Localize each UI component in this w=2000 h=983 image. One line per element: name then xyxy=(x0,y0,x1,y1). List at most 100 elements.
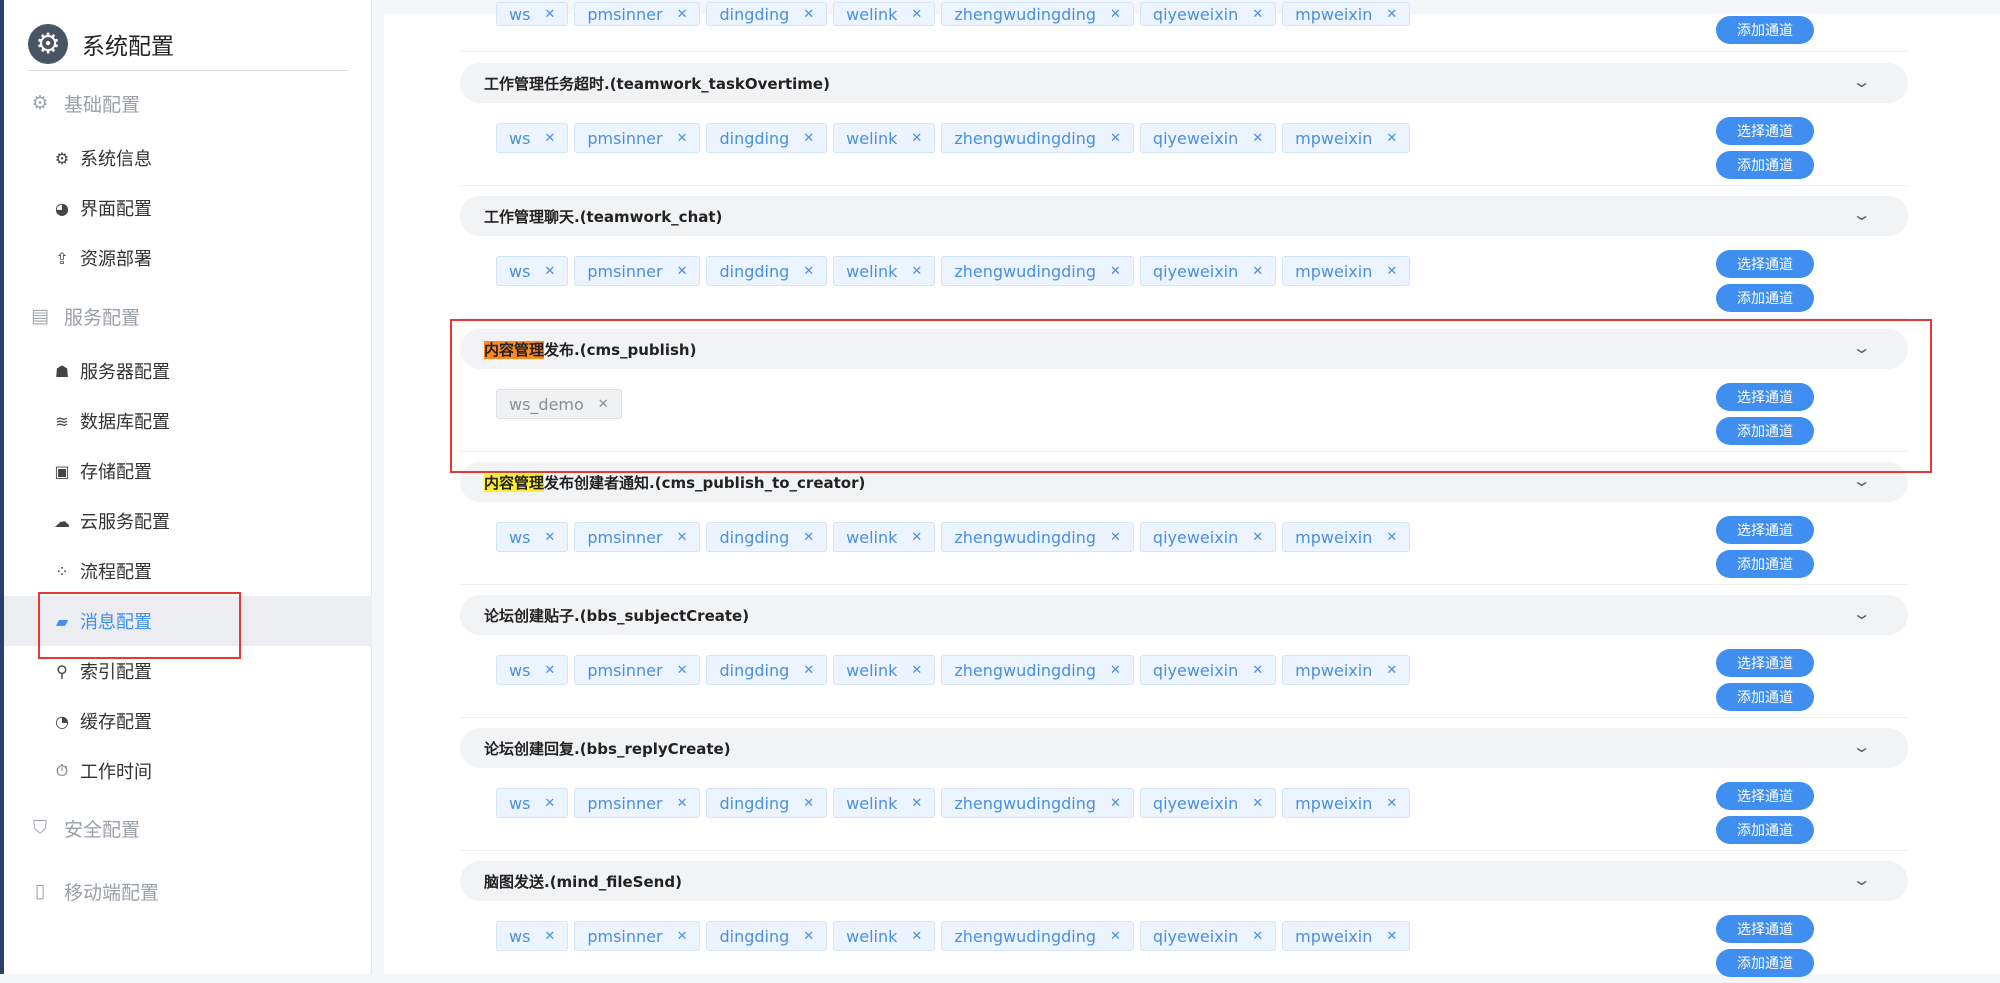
channel-tag[interactable]: mpweixin ✕ xyxy=(1282,256,1411,286)
add-channel-button[interactable]: 添加通道 xyxy=(1716,949,1814,977)
section-header[interactable]: 内容管理发布.(cms_publish) ⌄ xyxy=(460,329,1908,369)
select-channel-button[interactable]: 选择通道 xyxy=(1716,117,1814,145)
channel-tag[interactable]: qiyeweixin ✕ xyxy=(1139,2,1277,26)
channel-tag[interactable]: dingding ✕ xyxy=(706,921,828,951)
section-header[interactable]: 脑图发送.(mind_fileSend) ⌄ xyxy=(460,861,1908,901)
close-icon[interactable]: ✕ xyxy=(803,929,814,944)
sidebar-item-cache[interactable]: ◔ 缓存配置 xyxy=(4,696,372,746)
close-icon[interactable]: ✕ xyxy=(544,131,555,146)
channel-tag[interactable]: ws ✕ xyxy=(496,522,569,552)
channel-tag[interactable]: dingding ✕ xyxy=(706,123,828,153)
channel-tag[interactable]: mpweixin ✕ xyxy=(1282,2,1411,26)
close-icon[interactable]: ✕ xyxy=(677,663,688,678)
chevron-down-icon[interactable]: ⌄ xyxy=(1851,338,1871,357)
channel-tag[interactable]: mpweixin ✕ xyxy=(1282,123,1411,153)
close-icon[interactable]: ✕ xyxy=(911,663,922,678)
channel-tag[interactable]: zhengwudingding ✕ xyxy=(941,655,1134,685)
channel-tag[interactable]: pmsinner ✕ xyxy=(574,2,701,26)
sidebar-item-flow[interactable]: ⁘ 流程配置 xyxy=(4,546,372,596)
channel-tag[interactable]: pmsinner ✕ xyxy=(574,256,701,286)
sidebar-item-message[interactable]: ▰ 消息配置 xyxy=(4,596,372,646)
channel-tag[interactable]: mpweixin ✕ xyxy=(1282,522,1411,552)
channel-tag[interactable]: qiyeweixin ✕ xyxy=(1139,256,1277,286)
close-icon[interactable]: ✕ xyxy=(598,397,609,412)
channel-tag[interactable]: zhengwudingding ✕ xyxy=(941,522,1134,552)
sidebar-item-cloud[interactable]: ☁ 云服务配置 xyxy=(4,496,372,546)
close-icon[interactable]: ✕ xyxy=(677,131,688,146)
close-icon[interactable]: ✕ xyxy=(911,7,922,22)
close-icon[interactable]: ✕ xyxy=(544,530,555,545)
channel-tag[interactable]: qiyeweixin ✕ xyxy=(1139,123,1277,153)
close-icon[interactable]: ✕ xyxy=(1252,131,1263,146)
close-icon[interactable]: ✕ xyxy=(1252,7,1263,22)
select-channel-button[interactable]: 选择通道 xyxy=(1716,915,1814,943)
select-channel-button[interactable]: 选择通道 xyxy=(1716,383,1814,411)
sidebar-group-basic[interactable]: ⚙ 基础配置 xyxy=(4,78,372,128)
channel-tag[interactable]: zhengwudingding ✕ xyxy=(941,921,1134,951)
channel-tag[interactable]: welink ✕ xyxy=(833,2,936,26)
close-icon[interactable]: ✕ xyxy=(1110,7,1121,22)
close-icon[interactable]: ✕ xyxy=(1110,663,1121,678)
section-header[interactable]: 工作管理聊天.(teamwork_chat) ⌄ xyxy=(460,196,1908,236)
chevron-down-icon[interactable]: ⌄ xyxy=(1851,870,1871,889)
close-icon[interactable]: ✕ xyxy=(1386,131,1397,146)
channel-tag[interactable]: qiyeweixin ✕ xyxy=(1139,788,1277,818)
close-icon[interactable]: ✕ xyxy=(1110,264,1121,279)
close-icon[interactable]: ✕ xyxy=(803,131,814,146)
close-icon[interactable]: ✕ xyxy=(677,929,688,944)
channel-tag[interactable]: dingding ✕ xyxy=(706,788,828,818)
sidebar-item-index[interactable]: ⚲ 索引配置 xyxy=(4,646,372,696)
add-channel-button[interactable]: 添加通道 xyxy=(1716,284,1814,312)
section-header[interactable]: 工作管理任务超时.(teamwork_taskOvertime) ⌄ xyxy=(460,63,1908,103)
sidebar-group-security[interactable]: ⛉ 安全配置 xyxy=(4,803,372,853)
channel-tag[interactable]: ws ✕ xyxy=(496,655,569,685)
channel-tag[interactable]: zhengwudingding ✕ xyxy=(941,256,1134,286)
section-header[interactable]: 论坛创建回复.(bbs_replyCreate) ⌄ xyxy=(460,728,1908,768)
channel-tag[interactable]: mpweixin ✕ xyxy=(1282,788,1411,818)
channel-tag[interactable]: pmsinner ✕ xyxy=(574,788,701,818)
channel-tag[interactable]: qiyeweixin ✕ xyxy=(1139,655,1277,685)
sidebar-item-storage[interactable]: ▣ 存储配置 xyxy=(4,446,372,496)
add-channel-button[interactable]: 添加通道 xyxy=(1716,151,1814,179)
chevron-down-icon[interactable]: ⌄ xyxy=(1851,72,1871,91)
channel-tag[interactable]: welink ✕ xyxy=(833,123,936,153)
close-icon[interactable]: ✕ xyxy=(803,530,814,545)
add-channel-button[interactable]: 添加通道 xyxy=(1716,683,1814,711)
chevron-down-icon[interactable]: ⌄ xyxy=(1851,604,1871,623)
close-icon[interactable]: ✕ xyxy=(803,7,814,22)
close-icon[interactable]: ✕ xyxy=(544,663,555,678)
channel-tag[interactable]: welink ✕ xyxy=(833,788,936,818)
close-icon[interactable]: ✕ xyxy=(803,663,814,678)
sidebar-item-ui[interactable]: ◕ 界面配置 xyxy=(4,183,372,233)
close-icon[interactable]: ✕ xyxy=(1252,264,1263,279)
close-icon[interactable]: ✕ xyxy=(1386,264,1397,279)
chevron-down-icon[interactable]: ⌄ xyxy=(1851,471,1871,490)
close-icon[interactable]: ✕ xyxy=(1386,929,1397,944)
select-channel-button[interactable]: 选择通道 xyxy=(1716,516,1814,544)
close-icon[interactable]: ✕ xyxy=(1110,929,1121,944)
close-icon[interactable]: ✕ xyxy=(677,530,688,545)
close-icon[interactable]: ✕ xyxy=(1252,929,1263,944)
close-icon[interactable]: ✕ xyxy=(677,796,688,811)
channel-tag[interactable]: dingding ✕ xyxy=(706,256,828,286)
close-icon[interactable]: ✕ xyxy=(1110,796,1121,811)
close-icon[interactable]: ✕ xyxy=(1386,7,1397,22)
close-icon[interactable]: ✕ xyxy=(544,929,555,944)
channel-tag[interactable]: zhengwudingding ✕ xyxy=(941,788,1134,818)
channel-tag[interactable]: qiyeweixin ✕ xyxy=(1139,522,1277,552)
close-icon[interactable]: ✕ xyxy=(911,796,922,811)
channel-tag[interactable]: mpweixin ✕ xyxy=(1282,655,1411,685)
close-icon[interactable]: ✕ xyxy=(911,131,922,146)
section-header[interactable]: 论坛创建贴子.(bbs_subjectCreate) ⌄ xyxy=(460,595,1908,635)
sidebar-item-worktime[interactable]: ⏱ 工作时间 xyxy=(4,746,372,796)
close-icon[interactable]: ✕ xyxy=(911,929,922,944)
select-channel-button[interactable]: 选择通道 xyxy=(1716,782,1814,810)
close-icon[interactable]: ✕ xyxy=(1386,796,1397,811)
add-channel-button[interactable]: 添加通道 xyxy=(1716,816,1814,844)
close-icon[interactable]: ✕ xyxy=(544,7,555,22)
channel-tag[interactable]: pmsinner ✕ xyxy=(574,655,701,685)
channel-tag[interactable]: ws ✕ xyxy=(496,788,569,818)
chevron-down-icon[interactable]: ⌄ xyxy=(1851,205,1871,224)
add-channel-button[interactable]: 添加通道 xyxy=(1716,550,1814,578)
channel-tag[interactable]: welink ✕ xyxy=(833,655,936,685)
